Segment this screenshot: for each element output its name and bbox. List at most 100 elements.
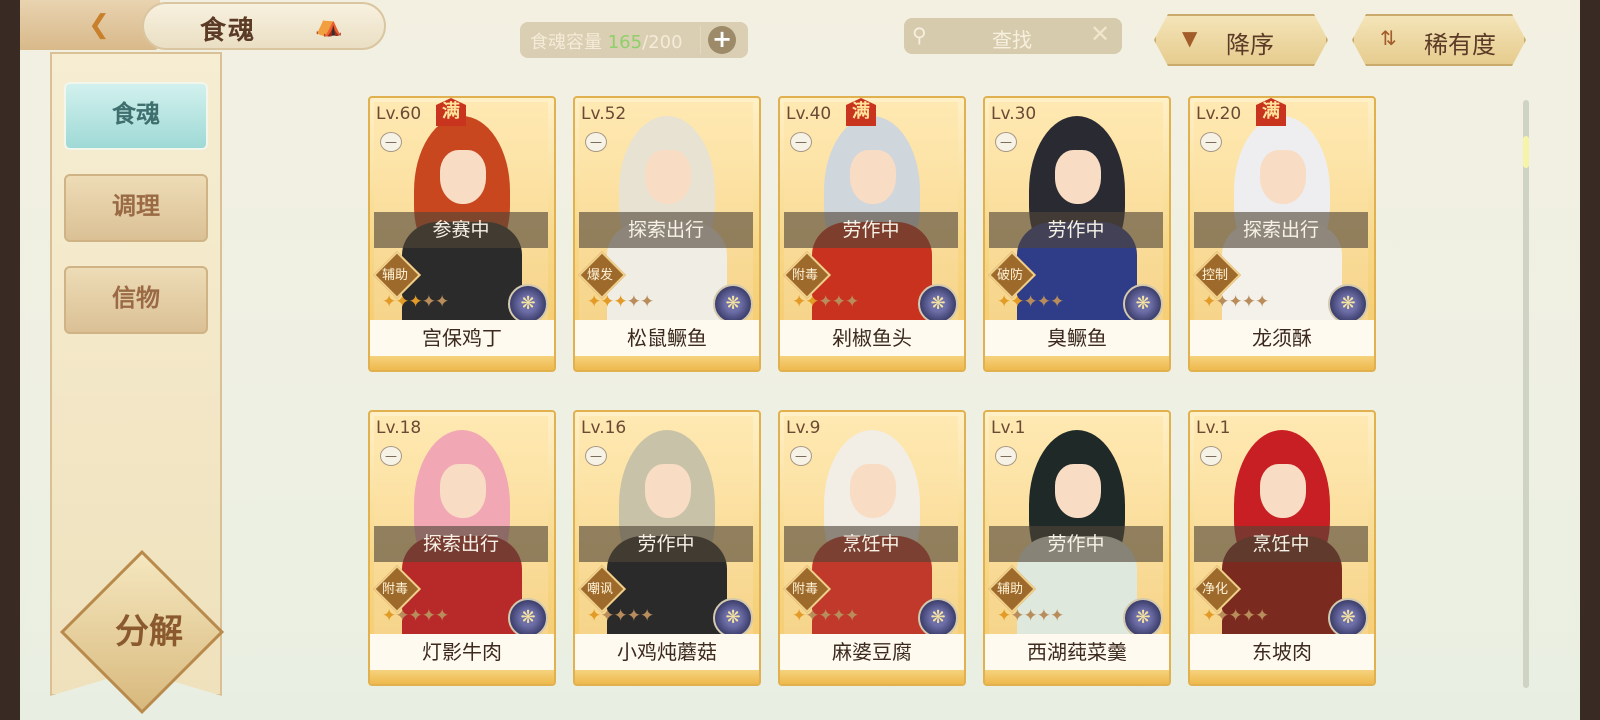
empty-star-icon: ✦ bbox=[1241, 292, 1256, 312]
card-name: 松鼠鳜鱼 bbox=[575, 320, 759, 356]
card-name: 臭鳜鱼 bbox=[985, 320, 1169, 356]
tab-food-souls[interactable]: 食魂 bbox=[64, 82, 208, 150]
lock-icon[interactable]: — bbox=[790, 446, 812, 466]
food-soul-card[interactable]: Lv.16— 劳作中 嘲讽 ✦✦✦✦✦ ❋ 小鸡炖蘑菇 bbox=[573, 410, 761, 686]
rarity-filter-button[interactable]: ⇅ 稀有度 bbox=[1352, 14, 1526, 66]
capacity-bar: 食魂容量 165/200 + bbox=[520, 22, 748, 58]
lock-icon[interactable]: — bbox=[380, 446, 402, 466]
lock-icon[interactable]: — bbox=[790, 132, 812, 152]
card-name: 小鸡炖蘑菇 bbox=[575, 634, 759, 670]
descending-icon: ▼ bbox=[1182, 26, 1198, 50]
flame-star-icon: ✦ bbox=[382, 292, 396, 312]
food-soul-card[interactable]: Lv.1— 劳作中 辅助 ✦✦✦✦✦ ❋ 西湖莼菜羹 bbox=[983, 410, 1171, 686]
flame-star-icon: ✦ bbox=[792, 606, 806, 626]
add-capacity-button[interactable]: + bbox=[708, 26, 736, 54]
tab-tokens[interactable]: 信物 bbox=[64, 266, 208, 334]
sort-order-button[interactable]: ▼ 降序 bbox=[1154, 14, 1328, 66]
empty-star-icon: ✦ bbox=[1036, 606, 1051, 626]
card-name: 龙须酥 bbox=[1190, 320, 1374, 356]
divider bbox=[700, 26, 701, 54]
empty-star-icon: ✦ bbox=[845, 606, 859, 626]
card-footer bbox=[780, 356, 964, 370]
empty-star-icon: ✦ bbox=[1228, 606, 1243, 626]
card-status: 烹饪中 bbox=[784, 526, 958, 562]
empty-star-icon: ✦ bbox=[640, 292, 654, 312]
sort-order-label: 降序 bbox=[1226, 31, 1274, 59]
tab-conditioning[interactable]: 调理 bbox=[64, 174, 208, 242]
search-placeholder: 查找 bbox=[992, 28, 1032, 52]
card-footer bbox=[575, 356, 759, 370]
role-label: 附毒 bbox=[381, 582, 408, 597]
card-footer bbox=[575, 670, 759, 684]
star-rating: ✦✦✦✦✦ bbox=[1202, 292, 1269, 312]
empty-star-icon: ✦ bbox=[408, 606, 423, 626]
empty-star-icon: ✦ bbox=[600, 606, 614, 626]
food-soul-card[interactable]: Lv.60 满 — 参赛中 辅助 ✦✦✦✦✦ ❋ 宫保鸡丁 bbox=[368, 96, 556, 372]
lock-icon[interactable]: — bbox=[1200, 132, 1222, 152]
element-emblem-icon: ❋ bbox=[1123, 598, 1163, 638]
role-label: 辅助 bbox=[381, 268, 408, 283]
role-badge: 辅助 bbox=[372, 250, 422, 300]
lock-icon[interactable]: — bbox=[995, 132, 1017, 152]
scrollbar-thumb[interactable] bbox=[1523, 136, 1529, 168]
star-rating: ✦✦✦✦✦ bbox=[587, 292, 654, 312]
star-rating: ✦✦✦✦✦ bbox=[382, 606, 449, 626]
back-arrow-icon: ❮ bbox=[88, 10, 110, 40]
empty-star-icon: ✦ bbox=[1050, 606, 1064, 626]
element-emblem-icon: ❋ bbox=[1328, 284, 1368, 324]
food-soul-card[interactable]: Lv.40 满 — 劳作中 附毒 ✦✦✦✦✦ ❋ 剁椒鱼头 bbox=[778, 96, 966, 372]
card-footer bbox=[370, 356, 554, 370]
flame-star-icon: ✦ bbox=[1202, 606, 1216, 626]
card-status: 烹饪中 bbox=[1194, 526, 1368, 562]
card-level: Lv.60 bbox=[376, 104, 422, 124]
element-emblem-icon: ❋ bbox=[1328, 598, 1368, 638]
card-status: 劳作中 bbox=[579, 526, 753, 562]
card-level: Lv.20 bbox=[1196, 104, 1242, 124]
star-rating: ✦✦✦✦✦ bbox=[587, 606, 654, 626]
role-badge: 净化 bbox=[1192, 564, 1242, 614]
card-level: Lv.9 bbox=[786, 418, 821, 438]
empty-star-icon: ✦ bbox=[421, 292, 436, 312]
flame-star-icon: ✦ bbox=[805, 292, 819, 312]
scrollbar[interactable] bbox=[1523, 100, 1529, 688]
star-rating: ✦✦✦✦✦ bbox=[997, 606, 1064, 626]
card-footer bbox=[985, 356, 1169, 370]
card-name: 麻婆豆腐 bbox=[780, 634, 964, 670]
empty-star-icon: ✦ bbox=[1241, 606, 1256, 626]
role-badge: 附毒 bbox=[782, 564, 832, 614]
card-level: Lv.1 bbox=[1196, 418, 1231, 438]
empty-star-icon: ✦ bbox=[613, 606, 628, 626]
lock-icon[interactable]: — bbox=[380, 132, 402, 152]
lock-icon[interactable]: — bbox=[585, 446, 607, 466]
lock-icon[interactable]: — bbox=[1200, 446, 1222, 466]
flame-star-icon: ✦ bbox=[997, 292, 1011, 312]
element-emblem-icon: ❋ bbox=[918, 598, 958, 638]
empty-star-icon: ✦ bbox=[1023, 292, 1038, 312]
card-status: 劳作中 bbox=[989, 526, 1163, 562]
search-box[interactable]: ⚲ 查找 ✕ bbox=[904, 18, 1122, 54]
role-badge: 控制 bbox=[1192, 250, 1242, 300]
card-footer bbox=[1190, 356, 1374, 370]
card-status: 劳作中 bbox=[989, 212, 1163, 248]
lock-icon[interactable]: — bbox=[995, 446, 1017, 466]
role-label: 爆发 bbox=[586, 268, 613, 283]
clear-search-icon[interactable]: ✕ bbox=[1090, 20, 1110, 48]
lock-icon[interactable]: — bbox=[585, 132, 607, 152]
food-soul-card[interactable]: Lv.20 满 — 探索出行 控制 ✦✦✦✦✦ ❋ 龙须酥 bbox=[1188, 96, 1376, 372]
back-button[interactable]: ❮ bbox=[20, 0, 160, 50]
sort-toggle-icon: ⇅ bbox=[1380, 26, 1397, 50]
element-emblem-icon: ❋ bbox=[918, 284, 958, 324]
flame-star-icon: ✦ bbox=[408, 292, 423, 312]
element-emblem-icon: ❋ bbox=[508, 598, 548, 638]
pavilion-icon[interactable]: ⛺ bbox=[314, 12, 344, 40]
food-soul-card[interactable]: Lv.30— 劳作中 破防 ✦✦✦✦✦ ❋ 臭鳜鱼 bbox=[983, 96, 1171, 372]
empty-star-icon: ✦ bbox=[435, 606, 449, 626]
food-soul-card[interactable]: Lv.52— 探索出行 爆发 ✦✦✦✦✦ ❋ 松鼠鳜鱼 bbox=[573, 96, 761, 372]
food-soul-card[interactable]: Lv.9— 烹饪中 附毒 ✦✦✦✦✦ ❋ 麻婆豆腐 bbox=[778, 410, 966, 686]
role-badge: 附毒 bbox=[782, 250, 832, 300]
empty-star-icon: ✦ bbox=[421, 606, 436, 626]
decompose-label[interactable]: 分解 bbox=[94, 604, 204, 653]
food-soul-card[interactable]: Lv.1— 烹饪中 净化 ✦✦✦✦✦ ❋ 东坡肉 bbox=[1188, 410, 1376, 686]
empty-star-icon: ✦ bbox=[1255, 606, 1269, 626]
food-soul-card[interactable]: Lv.18— 探索出行 附毒 ✦✦✦✦✦ ❋ 灯影牛肉 bbox=[368, 410, 556, 686]
